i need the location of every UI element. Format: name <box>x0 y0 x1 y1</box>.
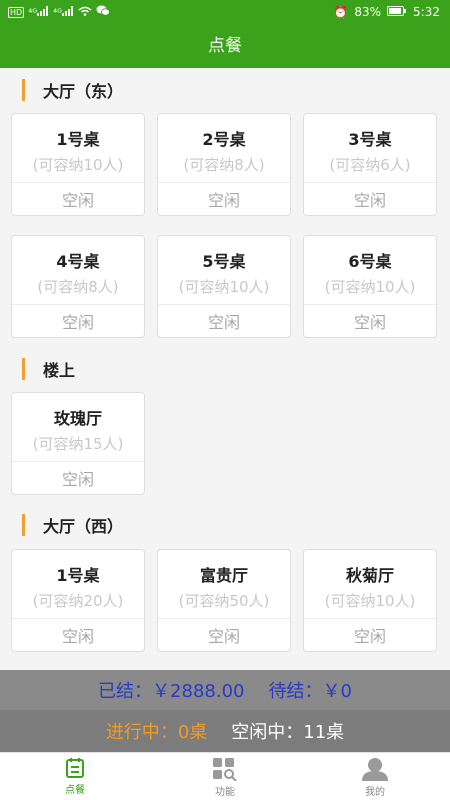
table-name: 1号桌 <box>56 130 100 149</box>
hd-icon: HD <box>8 7 25 18</box>
table-name: 富贵厅 <box>199 566 248 585</box>
nav-mine[interactable]: 我的 <box>335 757 415 798</box>
clock-time: 5:32 <box>413 5 440 19</box>
table-status: 空闲 <box>207 313 240 332</box>
idle-count: 11桌 <box>303 722 345 743</box>
table-card[interactable]: 1号桌 (可容纳10人) 空闲 <box>11 113 145 216</box>
status-bar: HD ⁴ᴳ ⁴ᴳ ⏰ 83% 5:32 <box>0 0 450 24</box>
nav-mine-label: 我的 <box>365 787 385 798</box>
table-status: 空闲 <box>353 627 386 646</box>
table-name: 1号桌 <box>56 566 100 585</box>
table-capacity: (可容纳50人) <box>178 592 270 610</box>
table-name: 2号桌 <box>202 130 246 149</box>
section-header-hall-west: 大厅（西） <box>22 513 123 537</box>
in-progress-count: 0桌 <box>177 722 208 743</box>
table-name: 秋菊厅 <box>345 566 394 585</box>
order-list-icon <box>66 758 84 778</box>
page-title: 点餐 <box>208 36 242 56</box>
table-capacity: (可容纳10人) <box>324 592 416 610</box>
section-header-upstairs: 楼上 <box>22 357 75 381</box>
settled-amount: ￥2888.00 <box>152 681 245 702</box>
table-status: 空闲 <box>353 313 386 332</box>
table-list[interactable]: 大厅（东） 1号桌 (可容纳10人) 空闲 2号桌 (可容纳8人) 空闲 3号桌… <box>0 68 450 670</box>
section-header-hall-east: 大厅（东） <box>22 78 123 102</box>
pending-amount: ￥0 <box>322 681 352 702</box>
section-title: 楼上 <box>43 361 76 380</box>
wechat-icon <box>96 5 110 20</box>
person-icon <box>362 758 388 781</box>
table-capacity: (可容纳6人) <box>329 156 411 174</box>
table-capacity: (可容纳10人) <box>32 156 124 174</box>
card-divider <box>12 304 144 305</box>
table-occupancy-summary: 进行中： 0桌 空闲中： 11桌 <box>0 710 450 752</box>
settled-label: 已结： <box>98 681 153 702</box>
card-divider <box>304 182 436 183</box>
table-card[interactable]: 6号桌 (可容纳10人) 空闲 <box>303 235 437 338</box>
table-card[interactable]: 3号桌 (可容纳6人) 空闲 <box>303 113 437 216</box>
table-capacity: (可容纳20人) <box>32 592 124 610</box>
table-card[interactable]: 5号桌 (可容纳10人) 空闲 <box>157 235 291 338</box>
table-card[interactable]: 玫瑰厅 (可容纳15人) 空闲 <box>11 392 145 495</box>
grid-search-icon <box>213 758 237 781</box>
card-divider <box>12 461 144 462</box>
wifi-icon <box>78 6 92 20</box>
table-status: 空闲 <box>207 627 240 646</box>
section-accent-bar <box>22 79 25 101</box>
settlement-summary: 已结： ￥2888.00 待结： ￥0 <box>0 670 450 710</box>
table-capacity: (可容纳15人) <box>32 435 124 453</box>
table-status: 空闲 <box>61 313 94 332</box>
nav-functions[interactable]: 功能 <box>185 757 265 798</box>
table-card[interactable]: 秋菊厅 (可容纳10人) 空闲 <box>303 549 437 652</box>
card-divider <box>158 304 290 305</box>
signal-4g-icon: ⁴ᴳ <box>53 5 74 20</box>
table-name: 4号桌 <box>56 252 100 271</box>
table-card[interactable]: 1号桌 (可容纳20人) 空闲 <box>11 549 145 652</box>
table-status: 空闲 <box>207 191 240 210</box>
section-title: 大厅（东） <box>43 82 124 101</box>
table-status: 空闲 <box>353 191 386 210</box>
battery-percent: 83% <box>354 5 382 19</box>
signal-4g-icon: ⁴ᴳ <box>28 5 49 20</box>
table-card[interactable]: 4号桌 (可容纳8人) 空闲 <box>11 235 145 338</box>
idle-label: 空闲中： <box>231 722 304 743</box>
table-card[interactable]: 2号桌 (可容纳8人) 空闲 <box>157 113 291 216</box>
battery-icon <box>387 5 407 19</box>
table-name: 5号桌 <box>202 252 246 271</box>
nav-functions-label: 功能 <box>215 787 235 798</box>
table-capacity: (可容纳10人) <box>178 278 270 296</box>
table-card[interactable]: 富贵厅 (可容纳50人) 空闲 <box>157 549 291 652</box>
section-accent-bar <box>22 514 25 536</box>
table-status: 空闲 <box>61 191 94 210</box>
table-capacity: (可容纳8人) <box>183 156 265 174</box>
bottom-nav: 点餐 功能 我的 <box>0 752 450 800</box>
table-capacity: (可容纳8人) <box>37 278 119 296</box>
section-title: 大厅（西） <box>43 517 124 536</box>
table-capacity: (可容纳10人) <box>324 278 416 296</box>
table-name: 6号桌 <box>348 252 392 271</box>
nav-order[interactable]: 点餐 <box>35 757 115 796</box>
table-status: 空闲 <box>61 470 94 489</box>
section-accent-bar <box>22 358 25 380</box>
in-progress-label: 进行中： <box>105 722 178 743</box>
nav-order-label: 点餐 <box>65 785 85 796</box>
card-divider <box>12 182 144 183</box>
table-name: 玫瑰厅 <box>53 409 102 428</box>
card-divider <box>12 618 144 619</box>
title-bar: 点餐 <box>0 24 450 68</box>
card-divider <box>158 182 290 183</box>
table-status: 空闲 <box>61 627 94 646</box>
table-name: 3号桌 <box>348 130 392 149</box>
alarm-icon: ⏰ <box>333 5 349 19</box>
pending-label: 待结： <box>268 681 323 702</box>
card-divider <box>304 618 436 619</box>
card-divider <box>304 304 436 305</box>
card-divider <box>158 618 290 619</box>
